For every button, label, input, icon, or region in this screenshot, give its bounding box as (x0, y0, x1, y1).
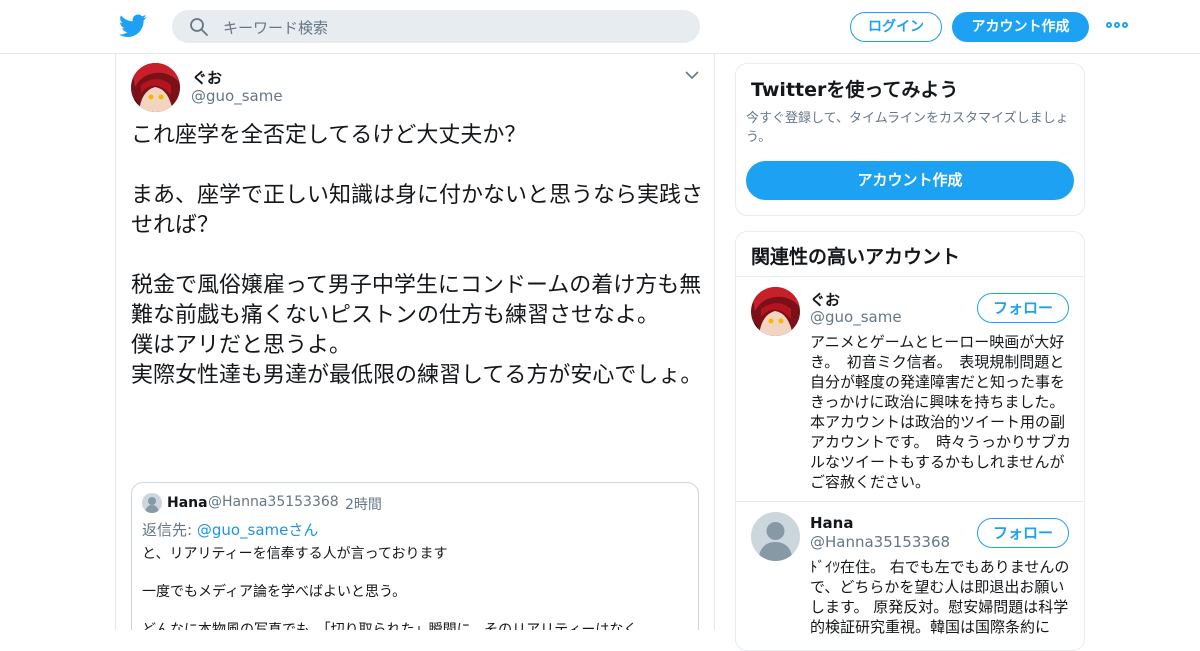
quoted-text-line: と、リアリティーを信奉する人が言っております (142, 546, 448, 562)
default-avatar-icon (145, 497, 159, 513)
tweet-author-handle[interactable]: @guo_same (191, 87, 283, 105)
tweet-column: ぐお @guo_same これ座学を全否定してるけど大丈夫か？ まあ、座学で正し… (115, 54, 715, 630)
quoted-text-line: 一度でもメディア論を学べばよいと思う。 (142, 584, 407, 600)
card-title: 関連性の高いアカウント (751, 246, 961, 268)
reply-to-line: 返信先: @guo_sameさん (142, 519, 318, 540)
separator-dot: · (335, 492, 339, 506)
reply-prefix: 返信先: (142, 521, 193, 539)
divider (736, 501, 1084, 502)
divider (736, 276, 1084, 277)
tweet-text: これ座学を全否定してるけど大丈夫か？ まあ、座学で正しい知識は身に付かないと思う… (131, 123, 704, 388)
related-accounts-card: 関連性の高いアカウント ぐお @guo_same フォロー アニメとゲームとヒー… (735, 231, 1085, 651)
quoted-author-name: Hana (167, 495, 208, 511)
account-name[interactable]: ぐお (810, 289, 840, 310)
account-bio: アニメとゲームとヒーロー映画が大好き。 初音ミク信者。 表現規制問題と自分が軽度… (810, 333, 1072, 491)
card-title: Twitterを使ってみよう (751, 79, 959, 101)
create-account-button[interactable]: アカウント作成 (746, 161, 1074, 200)
quoted-avatar (142, 493, 162, 513)
tweet-author-name[interactable]: ぐお (192, 67, 222, 88)
quoted-timestamp: 2時間 (345, 497, 382, 513)
quoted-tweet[interactable]: Hana @Hanna35153368 · 2時間 返信先: @guo_same… (131, 482, 699, 630)
top-bar: キーワード検索 ログイン アカウント作成 (0, 0, 1200, 54)
search-icon (190, 18, 208, 36)
card-subtitle: 今すぐ登録して、タイムラインをカスタマイズしましょう。 (746, 111, 1069, 145)
reply-suffix: さん (288, 521, 319, 539)
twitter-logo-icon[interactable] (119, 13, 147, 39)
follow-button[interactable]: フォロー (977, 293, 1069, 323)
quoted-text-line: どんなに本物風の写真でも、「切り取られた」瞬間に、そのリアリティーはなく (142, 622, 638, 630)
follow-button[interactable]: フォロー (977, 518, 1069, 548)
reply-to-link[interactable]: @guo_same (197, 521, 289, 539)
account-handle[interactable]: @Hanna35153368 (810, 533, 950, 551)
avatar-image-icon (131, 63, 180, 112)
search-input[interactable]: キーワード検索 (172, 10, 700, 43)
quoted-author-handle: @Hanna35153368 (208, 494, 339, 510)
login-button[interactable]: ログイン (850, 12, 942, 42)
signup-button[interactable]: アカウント作成 (952, 12, 1089, 42)
account-name[interactable]: Hana (810, 514, 853, 532)
chevron-down-icon[interactable] (685, 70, 699, 80)
account-handle[interactable]: @guo_same (810, 308, 902, 326)
try-twitter-card: Twitterを使ってみよう 今すぐ登録して、タイムラインをカスタマイズしましょ… (735, 63, 1085, 216)
avatar[interactable] (751, 287, 800, 336)
avatar[interactable] (131, 63, 180, 112)
avatar[interactable] (751, 512, 800, 561)
avatar-image-icon (751, 287, 800, 336)
default-avatar-icon (758, 522, 793, 561)
search-placeholder: キーワード検索 (223, 19, 329, 37)
more-options-icon[interactable] (1106, 18, 1130, 34)
account-bio: ﾄﾞｲﾂ在住。 右でも左でもありませんので、どちらかを望む人は即退出お願いします… (810, 558, 1070, 636)
